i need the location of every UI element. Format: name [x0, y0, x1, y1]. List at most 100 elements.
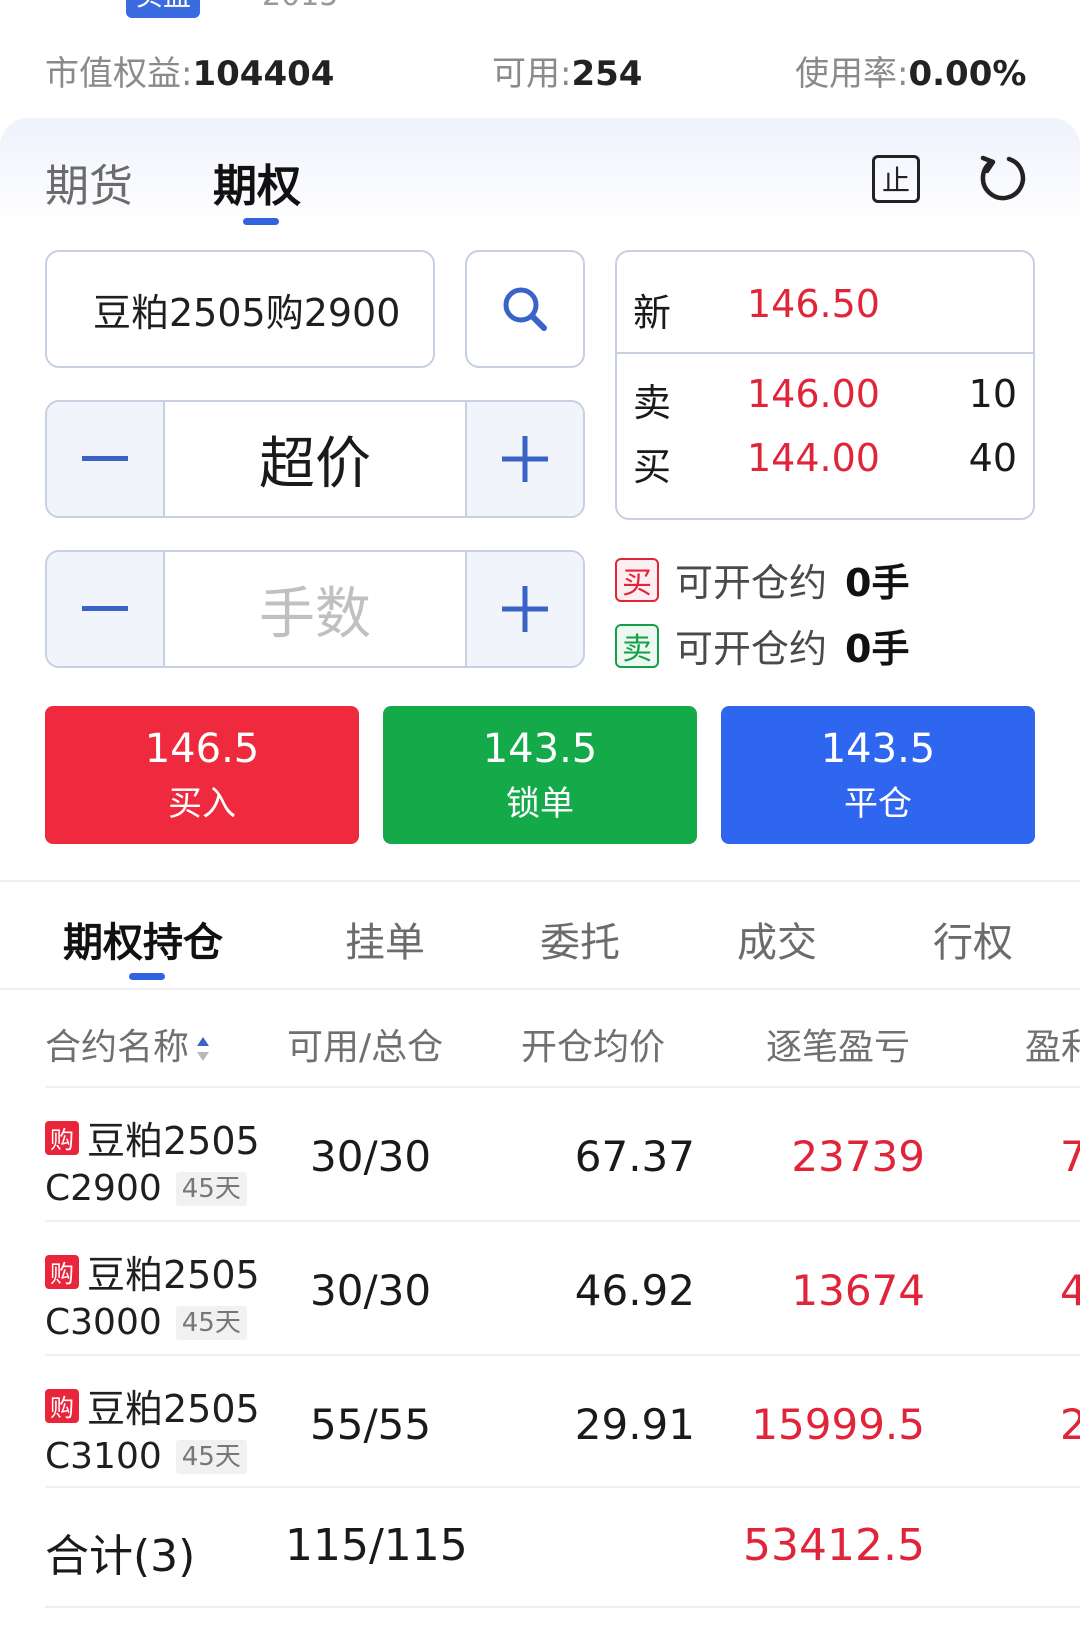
row-contract-code: C3000 45天	[45, 1302, 247, 1343]
price-mode-value[interactable]: 超价	[165, 402, 465, 516]
account-number: 2015	[262, 0, 338, 13]
row-contract-name: 购豆粕2505	[45, 1378, 260, 1433]
last-price-row: 新 146.50	[617, 252, 1033, 354]
price-plus-button[interactable]	[465, 402, 583, 516]
price-stepper[interactable]: 超价	[45, 400, 585, 518]
buy-openable-label: 可开仓约	[675, 561, 828, 605]
header-contract-name-label: 合约名称	[45, 1027, 190, 1068]
close-button-label: 平仓	[844, 784, 912, 824]
tab-options[interactable]: 期权	[213, 150, 301, 214]
buy-openable: 买 可开仓约 0手	[615, 552, 909, 607]
refresh-icon[interactable]	[975, 150, 1031, 206]
account-summary: 市值权益:104404 可用:254 使用率:0.00%	[0, 40, 1080, 100]
sort-icon	[197, 1037, 210, 1061]
row-contract: 豆粕2505	[87, 1253, 260, 1297]
available-value: 254	[571, 54, 643, 94]
bottom-divider	[45, 1606, 1080, 1608]
tab-orders[interactable]: 委托	[540, 910, 620, 968]
row-position: 55/55	[310, 1400, 432, 1449]
days-badge: 45天	[175, 1305, 247, 1340]
row-strike: C2900	[45, 1168, 162, 1209]
qty-plus-button[interactable]	[465, 552, 583, 666]
total-position: 115/115	[285, 1520, 468, 1571]
row-pnl: 15999.5	[751, 1400, 925, 1449]
ask-label: 卖	[633, 381, 672, 425]
qty-minus-button[interactable]	[47, 552, 165, 666]
tab-option-positions[interactable]: 期权持仓	[63, 910, 223, 968]
header-contract-name[interactable]: 合约名称	[45, 1018, 211, 1070]
buy-openable-count: 0手	[845, 561, 910, 605]
row-contract: 豆粕2505	[87, 1119, 260, 1163]
row-pnl: 23739	[791, 1132, 925, 1181]
buy-button-price: 146.5	[144, 726, 260, 772]
quantity-input[interactable]: 手数	[165, 552, 465, 666]
buy-tag: 买	[615, 557, 659, 602]
bid-label: 买	[633, 445, 672, 489]
row-pnl: 13674	[791, 1266, 925, 1315]
row-contract: 豆粕2505	[87, 1387, 260, 1431]
header-pnl-by-trade: 逐笔盈亏	[766, 1027, 911, 1068]
plus-icon	[502, 436, 548, 482]
call-tag: 购	[45, 1254, 79, 1289]
equity-summary: 市值权益:104404	[45, 46, 334, 95]
ask-price[interactable]: 146.00	[747, 372, 880, 416]
stop-order-icon[interactable]: 止	[872, 155, 920, 203]
row-avg-price: 67.37	[574, 1132, 695, 1181]
equity-label: 市值权益:	[45, 54, 193, 94]
equity-value: 104404	[192, 54, 335, 94]
close-position-button[interactable]: 143.5 平仓	[721, 706, 1035, 844]
days-badge: 45天	[175, 1439, 247, 1474]
quantity-stepper[interactable]: 手数	[45, 550, 585, 668]
call-tag: 购	[45, 1388, 79, 1423]
ask-volume: 10	[968, 372, 1017, 416]
lock-button-price: 143.5	[482, 726, 598, 772]
total-row: 合计(3) 115/115 53412.5	[45, 1486, 1080, 1606]
sell-tag: 卖	[615, 623, 659, 668]
last-price: 146.50	[747, 282, 880, 326]
header-profit-cut: 盈利	[1025, 1027, 1080, 1068]
available-summary: 可用:254	[492, 46, 642, 95]
row-strike: C3000	[45, 1302, 162, 1343]
tab-trades[interactable]: 成交	[737, 910, 817, 968]
usage-summary: 使用率:0.00%	[795, 46, 1026, 95]
total-label: 合计(3)	[45, 1531, 196, 1582]
sell-openable-label: 可开仓约	[675, 627, 828, 671]
sub-tab-indicator	[129, 973, 165, 980]
buy-button-label: 买入	[168, 784, 236, 824]
sell-openable: 卖 可开仓约 0手	[615, 618, 909, 673]
header-avg-open-price: 开仓均价	[521, 1027, 666, 1068]
quote-panel: 新 146.50 卖 146.00 10 买 144.00 40	[615, 250, 1035, 520]
row-strike: C3100	[45, 1436, 162, 1477]
table-row[interactable]: 购豆粕2505 C2900 45天 30/30 67.37 23739 7	[45, 1086, 1080, 1220]
available-label: 可用:	[492, 54, 572, 94]
sell-openable-count: 0手	[845, 627, 910, 671]
search-button[interactable]	[465, 250, 585, 368]
bid-volume: 40	[968, 436, 1017, 480]
contract-value: 豆粕2505购2900	[93, 290, 401, 335]
tab-pending-orders[interactable]: 挂单	[345, 910, 425, 968]
row-avg-price: 29.91	[574, 1400, 695, 1449]
table-row[interactable]: 购豆粕2505 C3100 45天 55/55 29.91 15999.5 2	[45, 1354, 1080, 1488]
row-contract-name: 购豆粕2505	[45, 1244, 260, 1299]
days-badge: 45天	[175, 1171, 247, 1206]
close-button-price: 143.5	[820, 726, 936, 772]
tabs-divider	[0, 988, 1080, 990]
bid-price[interactable]: 144.00	[747, 436, 880, 480]
search-icon	[503, 287, 547, 331]
call-tag: 购	[45, 1120, 79, 1155]
minus-icon	[82, 606, 128, 611]
row-profit-cut: 2	[1060, 1400, 1080, 1449]
top-partial-strip: 实盘 2015	[0, 0, 1080, 20]
contract-input[interactable]: 豆粕2505购2900	[45, 250, 435, 368]
total-pnl: 53412.5	[743, 1520, 925, 1571]
section-divider	[0, 880, 1080, 882]
usage-label: 使用率:	[795, 54, 909, 94]
tab-exercise[interactable]: 行权	[933, 910, 1013, 968]
row-avg-price: 46.92	[574, 1266, 695, 1315]
lock-button[interactable]: 143.5 锁单	[383, 706, 697, 844]
tab-futures[interactable]: 期货	[45, 150, 133, 214]
buy-button[interactable]: 146.5 买入	[45, 706, 359, 844]
price-minus-button[interactable]	[47, 402, 165, 516]
row-contract-code: C2900 45天	[45, 1168, 247, 1209]
table-row[interactable]: 购豆粕2505 C3000 45天 30/30 46.92 13674 4	[45, 1220, 1080, 1354]
